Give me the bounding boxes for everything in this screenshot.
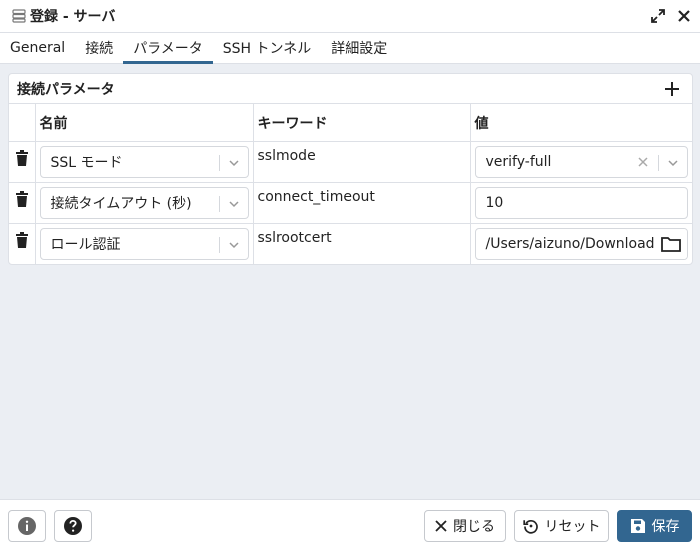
file-path-text: /Users/aizuno/Download bbox=[485, 235, 655, 252]
parameters-table: 名前 キーワード 値 SSL モード sslmode verify-full 接… bbox=[9, 104, 692, 264]
column-header-delete bbox=[9, 104, 36, 142]
clear-icon[interactable] bbox=[637, 156, 649, 168]
keyword-cell: connect_timeout bbox=[257, 188, 375, 205]
window-title: 登録 - サーバ bbox=[30, 9, 116, 25]
table-row: ロール認証 sslrootcert /Users/aizuno/Download bbox=[9, 223, 692, 264]
delete-row-button[interactable] bbox=[9, 142, 35, 166]
reset-button[interactable]: リセット bbox=[514, 510, 609, 542]
add-row-button[interactable] bbox=[662, 79, 682, 99]
tab-advanced[interactable]: 詳細設定 bbox=[321, 33, 397, 63]
trash-icon bbox=[15, 190, 28, 207]
close-button-label: 閉じる bbox=[453, 519, 495, 535]
chevron-down-icon bbox=[228, 198, 240, 210]
info-icon bbox=[18, 517, 36, 535]
file-path-input[interactable]: /Users/aizuno/Download bbox=[474, 227, 688, 260]
tab-bar: General 接続 パラメータ SSH トンネル 詳細設定 bbox=[0, 33, 700, 64]
delete-row-button[interactable] bbox=[9, 224, 35, 248]
close-icon[interactable] bbox=[676, 7, 692, 25]
reset-button-label: リセット bbox=[544, 519, 601, 535]
column-header-keyword: キーワード bbox=[253, 104, 471, 142]
save-icon bbox=[630, 519, 645, 533]
title-bar: 登録 - サーバ bbox=[0, 0, 700, 33]
expand-icon[interactable] bbox=[650, 7, 666, 25]
value-select-value: verify-full bbox=[485, 153, 552, 170]
delete-row-button[interactable] bbox=[9, 183, 35, 207]
info-button[interactable] bbox=[8, 510, 46, 542]
name-select[interactable]: 接続タイムアウト (秒) bbox=[39, 186, 249, 219]
connection-parameters-panel: 接続パラメータ 名前 キーワード 値 SSL モード sslmode verif… bbox=[8, 73, 693, 265]
panel-header: 接続パラメータ bbox=[9, 74, 692, 104]
tab-general[interactable]: General bbox=[0, 33, 75, 63]
name-select[interactable]: ロール認証 bbox=[39, 227, 249, 260]
name-select-value: ロール認証 bbox=[50, 236, 121, 253]
value-select[interactable]: verify-full bbox=[474, 145, 688, 178]
table-row: SSL モード sslmode verify-full bbox=[9, 141, 692, 183]
chevron-down-icon bbox=[667, 157, 679, 169]
name-select[interactable]: SSL モード bbox=[39, 145, 249, 178]
save-button-label: 保存 bbox=[651, 519, 680, 535]
reset-icon bbox=[522, 519, 538, 534]
close-x-icon bbox=[435, 520, 447, 532]
server-icon bbox=[12, 9, 26, 23]
tab-connection[interactable]: 接続 bbox=[75, 33, 123, 63]
trash-icon bbox=[15, 231, 28, 248]
folder-icon[interactable] bbox=[655, 228, 687, 259]
column-header-name: 名前 bbox=[35, 104, 254, 142]
tab-parameters[interactable]: パラメータ bbox=[123, 33, 213, 64]
keyword-cell: sslmode bbox=[257, 147, 316, 164]
column-header-value: 値 bbox=[470, 104, 692, 142]
help-icon bbox=[64, 517, 82, 535]
trash-icon bbox=[15, 149, 28, 166]
keyword-cell: sslrootcert bbox=[257, 229, 332, 246]
save-button[interactable]: 保存 bbox=[617, 510, 692, 542]
plus-icon bbox=[665, 82, 679, 96]
tab-ssh-tunnel[interactable]: SSH トンネル bbox=[213, 33, 321, 63]
value-input[interactable]: 10 bbox=[474, 186, 688, 219]
table-header-row: 名前 キーワード 値 bbox=[9, 104, 692, 142]
table-row: 接続タイムアウト (秒) connect_timeout 10 bbox=[9, 182, 692, 224]
name-select-value: 接続タイムアウト (秒) bbox=[50, 195, 192, 212]
panel-title: 接続パラメータ bbox=[17, 81, 115, 98]
dialog-footer: 閉じる リセット 保存 bbox=[0, 499, 700, 550]
help-button[interactable] bbox=[54, 510, 92, 542]
name-select-value: SSL モード bbox=[50, 154, 123, 171]
chevron-down-icon bbox=[228, 239, 240, 251]
chevron-down-icon bbox=[228, 157, 240, 169]
close-button[interactable]: 閉じる bbox=[424, 510, 506, 542]
value-input-text: 10 bbox=[485, 194, 504, 211]
